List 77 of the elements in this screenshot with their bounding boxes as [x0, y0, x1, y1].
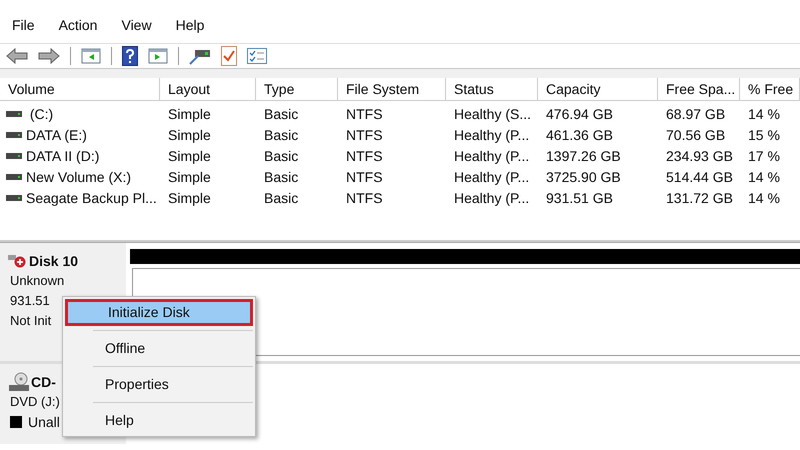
table-cell-text: NTFS [345, 190, 384, 206]
disk-name: Disk 10 [29, 252, 78, 271]
column-header[interactable]: Capacity [538, 78, 658, 100]
table-cell-text: Healthy (P... [453, 126, 530, 142]
table-cell-text: 931.51 GB [545, 190, 614, 206]
disk-error-icon [8, 254, 28, 268]
column-header[interactable]: Volume [0, 78, 160, 100]
table-cell-text: Healthy (S... [453, 106, 532, 122]
table-cell-text: Basic [263, 126, 300, 142]
forward-arrow-icon[interactable] [38, 48, 60, 64]
table-cell-text: Basic [263, 148, 300, 164]
table-cell-text: Simple [167, 168, 212, 184]
drive-icon [6, 110, 22, 116]
menu-item[interactable]: Help [65, 407, 253, 434]
table-cell-text: 131.72 GB [665, 190, 734, 206]
table-cell: New Volume (X:) [26, 168, 132, 184]
legend-label: Unall [28, 413, 60, 432]
checklist-icon[interactable] [247, 48, 267, 64]
pane-icon[interactable] [81, 48, 101, 64]
table-cell: DATA (E:) [26, 126, 87, 142]
table-cell-text: Basic [263, 190, 300, 206]
back-arrow-icon[interactable] [6, 48, 28, 64]
table-cell-text: 3725.90 GB [545, 168, 622, 184]
column-header[interactable]: Status [446, 78, 538, 100]
table-cell-text: 461.36 GB [545, 126, 614, 142]
drive-icon[interactable] [189, 47, 211, 65]
table-cell-text: 234.93 GB [665, 148, 734, 164]
drive-icon [6, 194, 22, 200]
table-cell-text: NTFS [345, 126, 384, 142]
table-cell-text: 14 % [747, 106, 781, 122]
table-cell: Seagate Backup Pl... [26, 190, 157, 206]
table-cell-text: Healthy (P... [453, 168, 530, 184]
table-cell-text: Simple [167, 126, 212, 142]
table-cell-text: 14 % [747, 190, 781, 206]
drive-icon [6, 132, 22, 138]
column-header[interactable]: Free Spa... [658, 78, 740, 100]
disk-info: 931.51 [10, 292, 51, 310]
column-header[interactable]: File System [338, 78, 446, 100]
drive-icon [6, 152, 22, 158]
menu-item[interactable]: Help [176, 16, 204, 32]
column-header[interactable]: Layout [160, 78, 256, 100]
table-cell-text: 70.56 GB [665, 126, 726, 142]
disk-info: DVD (J:) [10, 393, 61, 411]
table-cell-text: NTFS [345, 168, 384, 184]
menu-item[interactable]: Properties [65, 371, 253, 398]
table-cell-text: 14 % [747, 168, 781, 184]
table-cell-text: NTFS [345, 148, 384, 164]
disk-info: Unknown [10, 272, 66, 290]
table-cell-text: Basic [263, 168, 300, 184]
drive-icon [6, 174, 22, 180]
table-cell-text: Healthy (P... [453, 190, 530, 206]
table-cell-text: 514.44 GB [665, 168, 734, 184]
column-header[interactable]: % Free [740, 78, 800, 100]
disk-name: CD- [31, 373, 56, 392]
table-cell-text: 17 % [747, 148, 781, 164]
table-cell: DATA II (D:) [26, 148, 100, 164]
table-cell-text: Simple [167, 148, 212, 164]
table-cell-text: Simple [167, 190, 212, 206]
table-cell-text: 15 % [747, 126, 781, 142]
menu-item[interactable]: Initialize Disk [65, 299, 253, 326]
table-cell-text: 1397.26 GB [545, 148, 622, 164]
column-header[interactable]: Type [256, 78, 338, 100]
menu-item[interactable]: Action [58, 16, 98, 32]
cd-drive-icon [8, 372, 30, 392]
table-cell-text: NTFS [345, 106, 384, 122]
table-cell-text: Basic [263, 106, 300, 122]
menu-item[interactable]: File [12, 16, 35, 32]
menu-item[interactable]: View [121, 16, 152, 32]
help-icon[interactable] [122, 46, 138, 66]
table-cell-text: 476.94 GB [545, 106, 614, 122]
table-cell-text: (C:) [28, 106, 54, 122]
table-cell-text: Healthy (P... [453, 148, 530, 164]
checked-document-icon[interactable] [221, 46, 237, 66]
menu-item[interactable]: Offline [65, 335, 253, 362]
pane-icon[interactable] [148, 48, 168, 64]
table-cell-text: 68.97 GB [665, 106, 726, 122]
table-cell-text: Simple [167, 106, 212, 122]
